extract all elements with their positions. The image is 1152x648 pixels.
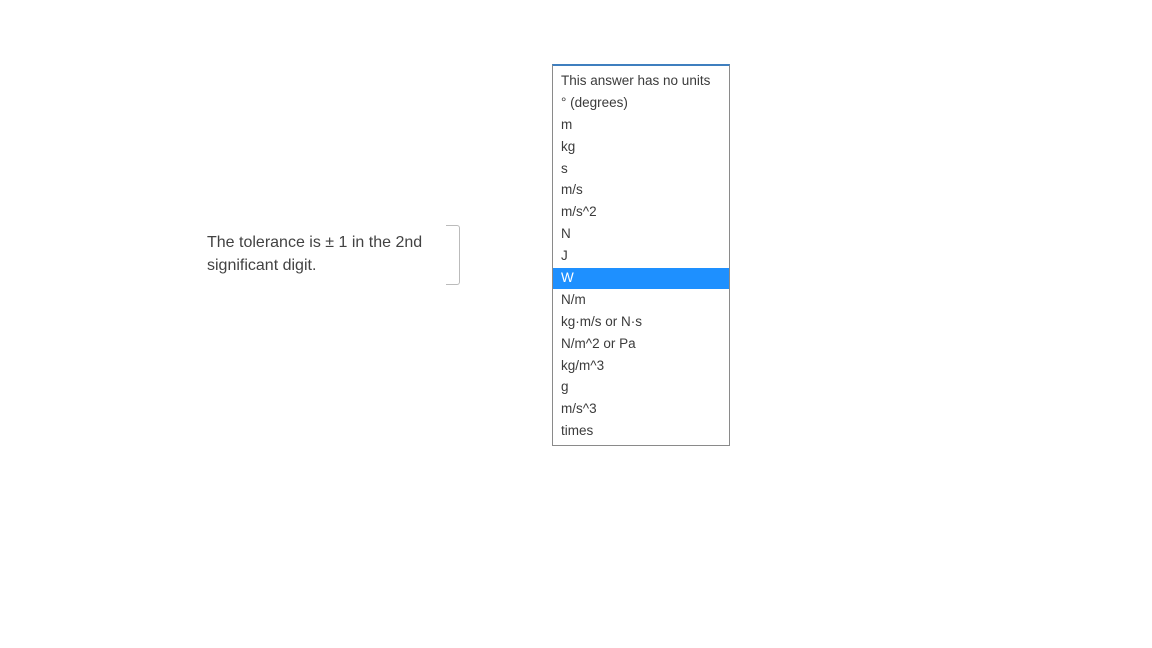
units-option[interactable]: N bbox=[553, 224, 729, 246]
units-option[interactable]: kg bbox=[553, 136, 729, 158]
units-dropdown[interactable]: This answer has no units° (degrees)mkgsm… bbox=[552, 64, 730, 446]
units-option[interactable]: g bbox=[553, 377, 729, 399]
units-option[interactable]: times bbox=[553, 421, 729, 445]
units-option[interactable]: This answer has no units bbox=[553, 66, 729, 92]
tolerance-note: The tolerance is ± 1 in the 2nd signific… bbox=[207, 231, 439, 277]
units-option[interactable]: kg·m/s or N·s bbox=[553, 311, 729, 333]
tolerance-bracket bbox=[446, 225, 460, 285]
units-option[interactable]: m/s bbox=[553, 180, 729, 202]
units-option[interactable]: m/s^3 bbox=[553, 399, 729, 421]
units-option[interactable]: m bbox=[553, 114, 729, 136]
units-option[interactable]: N/m bbox=[553, 289, 729, 311]
units-option[interactable]: kg/m^3 bbox=[553, 355, 729, 377]
units-option[interactable]: s bbox=[553, 158, 729, 180]
units-option[interactable]: ° (degrees) bbox=[553, 92, 729, 114]
units-option[interactable]: N/m^2 or Pa bbox=[553, 333, 729, 355]
units-option[interactable]: W bbox=[553, 268, 729, 290]
units-option[interactable]: J bbox=[553, 246, 729, 268]
units-option[interactable]: m/s^2 bbox=[553, 202, 729, 224]
